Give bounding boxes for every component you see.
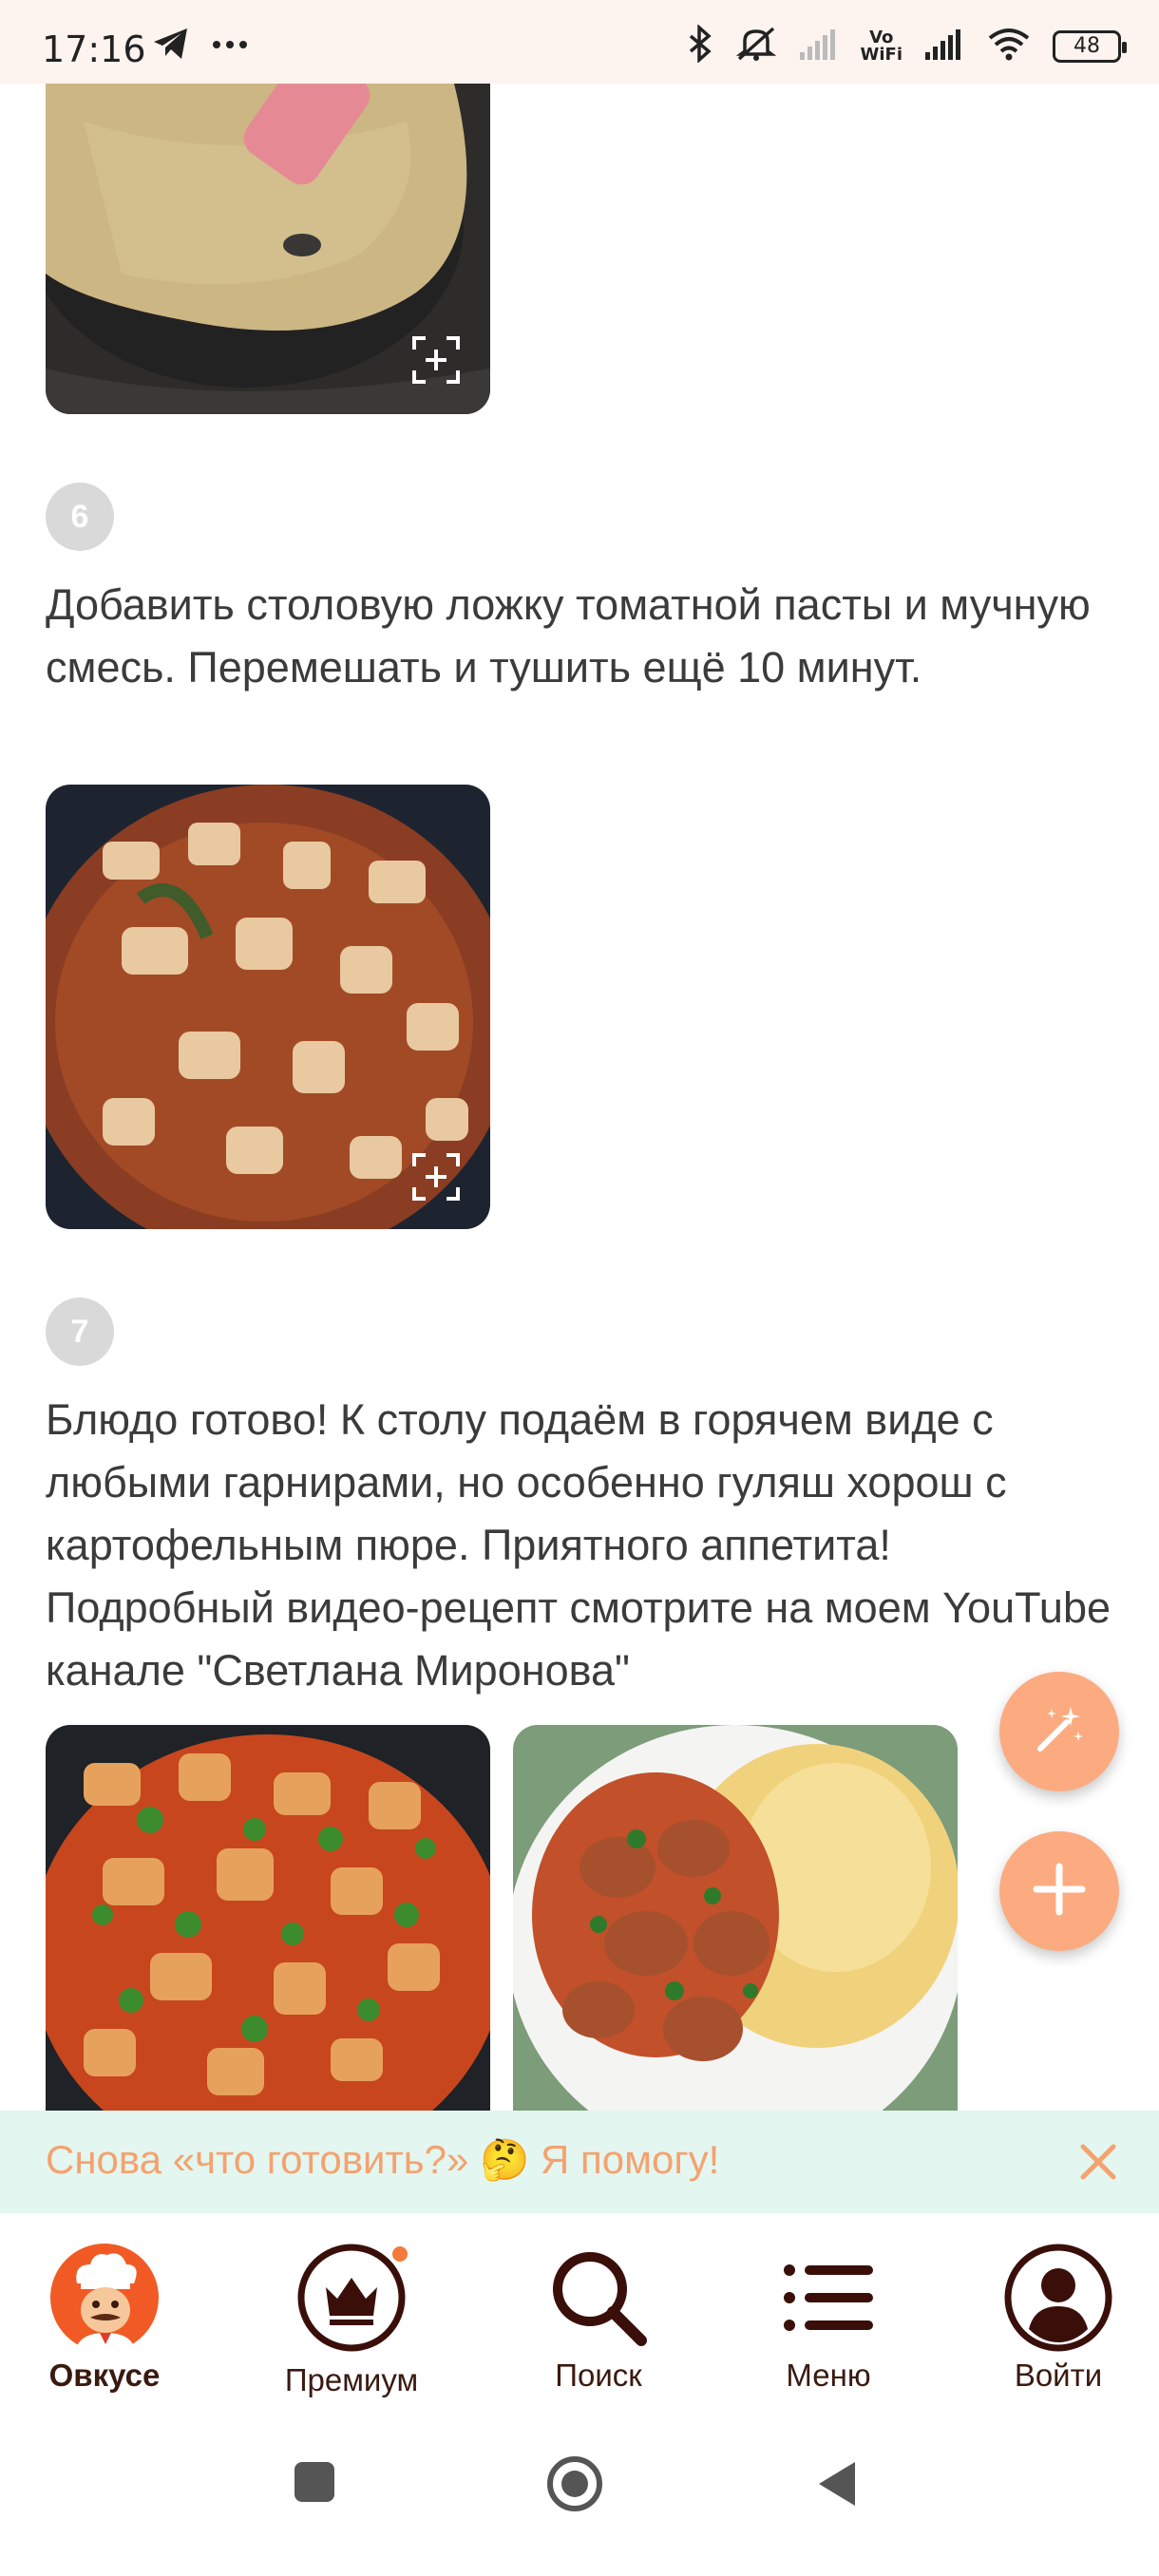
nav-item-menu[interactable]: Меню [724,2242,933,2394]
step-6-photo[interactable] [46,785,490,1229]
tip-banner[interactable]: Снова «что готовить?» 🤔 Я помогу! [0,2111,1159,2213]
add-button[interactable] [999,1831,1119,1951]
bluetooth-icon [686,24,714,67]
bottom-navigation: Овкусе Премиум Поиск Меню Войти [0,2213,1159,2403]
status-time: 17:16 [42,28,146,70]
step-7-photo-2[interactable] [513,1725,958,2111]
mute-icon [735,25,777,67]
back-button[interactable] [813,2458,861,2514]
profile-icon [999,2242,1117,2354]
chef-avatar-icon [46,2242,163,2354]
nav-label: Поиск [555,2358,642,2393]
nav-label: Войти [1014,2358,1103,2393]
nav-label: Овкусе [48,2358,161,2393]
step-7-photo-1[interactable] [46,1725,490,2111]
search-icon [540,2242,657,2354]
step-number-badge: 7 [46,1297,114,1366]
zoom-icon[interactable] [410,334,462,386]
battery-icon: 48 [1053,29,1127,63]
tip-banner-text[interactable]: Снова «что готовить?» 🤔 Я помогу! [46,2137,719,2184]
nav-item-premium[interactable]: Премиум [247,2242,456,2397]
step-text: Добавить столовую ложку томатной пасты и… [46,580,1091,691]
nav-item-search[interactable]: Поиск [494,2242,703,2394]
nav-item-login[interactable]: Войти [954,2242,1159,2394]
system-navigation-bar [0,2432,1159,2576]
menu-list-icon [770,2242,887,2354]
nav-label: Премиум [284,2362,419,2397]
magic-wand-button[interactable] [999,1672,1119,1791]
signal-icon [798,28,840,65]
step-5-photo[interactable] [46,84,490,414]
step-number-badge: 6 [46,483,114,551]
more-dots-icon [211,38,249,55]
wifi-icon [986,27,1032,66]
nav-item-ovkuse[interactable]: Овкусе [0,2242,209,2394]
status-bar: 17:16 Vo WiFi 48 [0,0,1159,84]
home-button[interactable] [545,2454,604,2518]
signal-icon [923,28,965,65]
nav-label: Меню [786,2358,871,2393]
plus-icon [1031,1861,1088,1923]
notification-dot [390,2244,410,2264]
step-text: Блюдо готово! К столу подаём в горячем в… [46,1395,1112,1695]
magic-wand-icon [1031,1701,1088,1763]
zoom-icon[interactable] [410,1151,462,1203]
close-icon[interactable] [1072,2135,1125,2188]
vowifi-icon: Vo WiFi [860,27,903,65]
recent-apps-button[interactable] [293,2460,336,2509]
telegram-icon [152,27,190,66]
